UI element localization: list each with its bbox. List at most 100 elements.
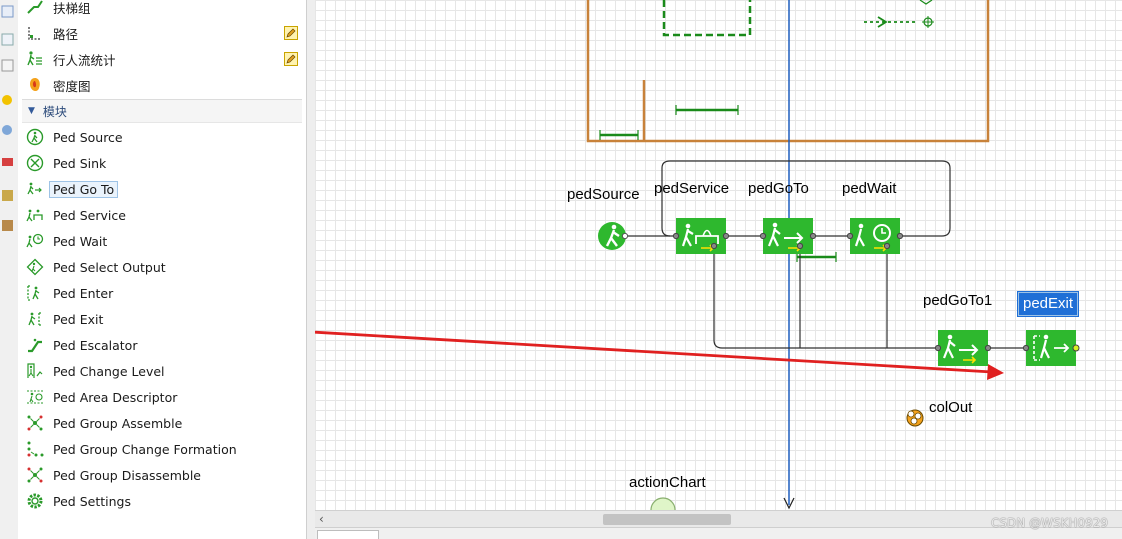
path-node-cross — [922, 16, 934, 28]
palette-item-ped-goto[interactable]: Ped Go To — [26, 178, 119, 200]
edit-pencil-icon[interactable] — [284, 52, 298, 66]
edit-pencil-icon[interactable] — [284, 26, 298, 40]
palette-item-ped-group-change-formation[interactable]: Ped Group Change Formation — [26, 438, 237, 460]
block-label-ped-service[interactable]: pedService — [654, 180, 729, 197]
palette-item-ped-area-descriptor[interactable]: Ped Area Descriptor — [26, 386, 177, 408]
toolbar-button-icon[interactable] — [2, 220, 13, 231]
connector[interactable] — [713, 246, 938, 349]
ped-flow-stats-icon — [27, 51, 42, 66]
palette-item-escalator-group[interactable]: 扶梯组 — [26, 0, 91, 18]
bottom-tab[interactable] — [317, 530, 379, 539]
ped-goto-icon — [27, 182, 42, 195]
ped-settings-icon — [27, 493, 43, 509]
palette-item-label: Ped Area Descriptor — [53, 389, 178, 405]
palette-item-label: Ped Wait — [53, 233, 108, 249]
watermark: CSDN @WSKH0929 — [991, 516, 1108, 530]
density-map-icon — [30, 78, 40, 91]
block-label-col-out[interactable]: colOut — [929, 399, 972, 416]
annotation-arrow — [315, 330, 1004, 380]
scrollbar-thumb[interactable] — [603, 514, 731, 525]
palette-item-label: Ped Enter — [53, 285, 114, 301]
toolbar-button-icon[interactable] — [2, 190, 13, 201]
app-window: 扶梯组 路径 行人流统计 密度图 ▼ 模块 Ped Source Ped Sin… — [0, 0, 1122, 539]
escalator-group-icon — [27, 0, 43, 14]
ped-wait-block[interactable] — [846, 218, 904, 254]
ped-exit-icon — [28, 312, 42, 326]
palette-item-label: 路径 — [53, 26, 79, 42]
toolbar-button-icon[interactable] — [2, 95, 12, 105]
palette-item-label: Ped Exit — [53, 311, 104, 327]
palette-item-ped-exit[interactable]: Ped Exit — [26, 308, 103, 330]
block-label-ped-goto[interactable]: pedGoTo — [748, 180, 809, 197]
ped-service-block[interactable] — [672, 218, 730, 254]
palette-item-ped-service[interactable]: Ped Service — [26, 204, 126, 226]
palette-item-label: Ped Group Disassemble — [53, 467, 201, 483]
ped-enter-icon — [27, 285, 40, 301]
ped-group-change-formation-icon — [27, 441, 44, 457]
ped-select-output-icon — [26, 258, 44, 276]
block-label-ped-exit-selected[interactable]: pedExit — [1016, 291, 1080, 317]
block-label-ped-goto1[interactable]: pedGoTo1 — [923, 292, 992, 309]
collapse-triangle-icon[interactable]: ▼ — [28, 106, 35, 116]
palette-item-ped-wait[interactable]: Ped Wait — [26, 230, 107, 252]
palette-item-ped-escalator[interactable]: Ped Escalator — [26, 334, 137, 356]
toolbar-button-icon[interactable] — [1, 5, 14, 18]
palette-item-label: 行人流统计 — [53, 52, 116, 68]
ped-escalator-icon — [28, 338, 42, 353]
palette-item-label: Ped Change Level — [53, 363, 165, 379]
palette-item-label: Ped Service — [53, 207, 126, 223]
palette-item-label: 密度图 — [53, 78, 91, 94]
palette-item-ped-flow-stats[interactable]: 行人流统计 — [26, 48, 116, 70]
palette-item-label: 扶梯组 — [53, 0, 91, 16]
palette-item-label: Ped Select Output — [53, 259, 166, 275]
toolbar-button-icon[interactable] — [1, 59, 14, 72]
toolbar-button-icon[interactable] — [2, 158, 13, 166]
ped-wait-icon — [26, 233, 44, 248]
block-label-ped-wait[interactable]: pedWait — [842, 180, 896, 197]
palette-item-ped-select-output[interactable]: Ped Select Output — [26, 256, 166, 278]
ped-sink-icon — [26, 154, 44, 172]
palette-panel: 扶梯组 路径 行人流统计 密度图 ▼ 模块 Ped Source Ped Sin… — [18, 0, 307, 539]
section-title: 模块 — [42, 104, 67, 119]
process-diagram — [315, 0, 1080, 510]
palette-item-label: Ped Escalator — [53, 337, 138, 353]
palette-item-label: Ped Group Assemble — [53, 415, 183, 431]
ped-exit-block[interactable] — [1022, 330, 1080, 366]
palette-item-ped-change-level[interactable]: Ped Change Level — [26, 360, 165, 382]
ped-group-disassemble-icon — [27, 467, 43, 483]
action-chart-icon[interactable] — [650, 497, 676, 510]
ped-service-icon — [26, 209, 43, 222]
palette-item-label: Ped Sink — [53, 155, 107, 171]
toolbar-button-icon[interactable] — [1, 33, 14, 46]
path-node-icon — [919, 0, 933, 5]
palette-item-ped-sink[interactable]: Ped Sink — [26, 152, 106, 174]
ped-source-block[interactable] — [598, 222, 629, 250]
palette-item-ped-group-assemble[interactable]: Ped Group Assemble — [26, 412, 182, 434]
palette-item-density-map[interactable]: 密度图 — [26, 74, 91, 96]
ped-goto-block[interactable] — [759, 218, 817, 254]
toolbar-icons — [1, 5, 14, 231]
palette-item-path[interactable]: 路径 — [26, 22, 78, 44]
palette-item-label: Ped Group Change Formation — [53, 441, 237, 457]
block-label-ped-source[interactable]: pedSource — [567, 186, 640, 203]
toolbar-button-icon[interactable] — [2, 125, 12, 135]
palette-item-ped-enter[interactable]: Ped Enter — [26, 282, 113, 304]
dashed-area[interactable] — [662, 0, 752, 37]
block-label-action-chart[interactable]: actionChart — [629, 474, 706, 491]
collection-icon[interactable] — [906, 409, 924, 427]
palette-item-ped-group-disassemble[interactable]: Ped Group Disassemble — [26, 464, 201, 486]
left-toolbar-strip — [0, 0, 19, 539]
palette-item-ped-source[interactable]: Ped Source — [26, 126, 123, 148]
ped-change-level-icon — [27, 363, 43, 378]
ped-goto1-block[interactable] — [934, 330, 992, 366]
ped-group-assemble-icon — [27, 415, 43, 431]
section-header-modules[interactable]: ▼ 模块 — [22, 99, 302, 123]
scroll-left-arrow-icon[interactable]: ‹ — [319, 511, 324, 527]
palette-item-label: Ped Settings — [53, 493, 131, 509]
path-icon — [28, 27, 41, 40]
palette-item-ped-settings[interactable]: Ped Settings — [26, 490, 131, 512]
palette-item-label: Ped Go To — [49, 180, 119, 198]
ped-area-descriptor-icon — [27, 390, 43, 404]
palette-item-label: Ped Source — [53, 129, 123, 145]
ped-source-icon — [26, 128, 44, 146]
